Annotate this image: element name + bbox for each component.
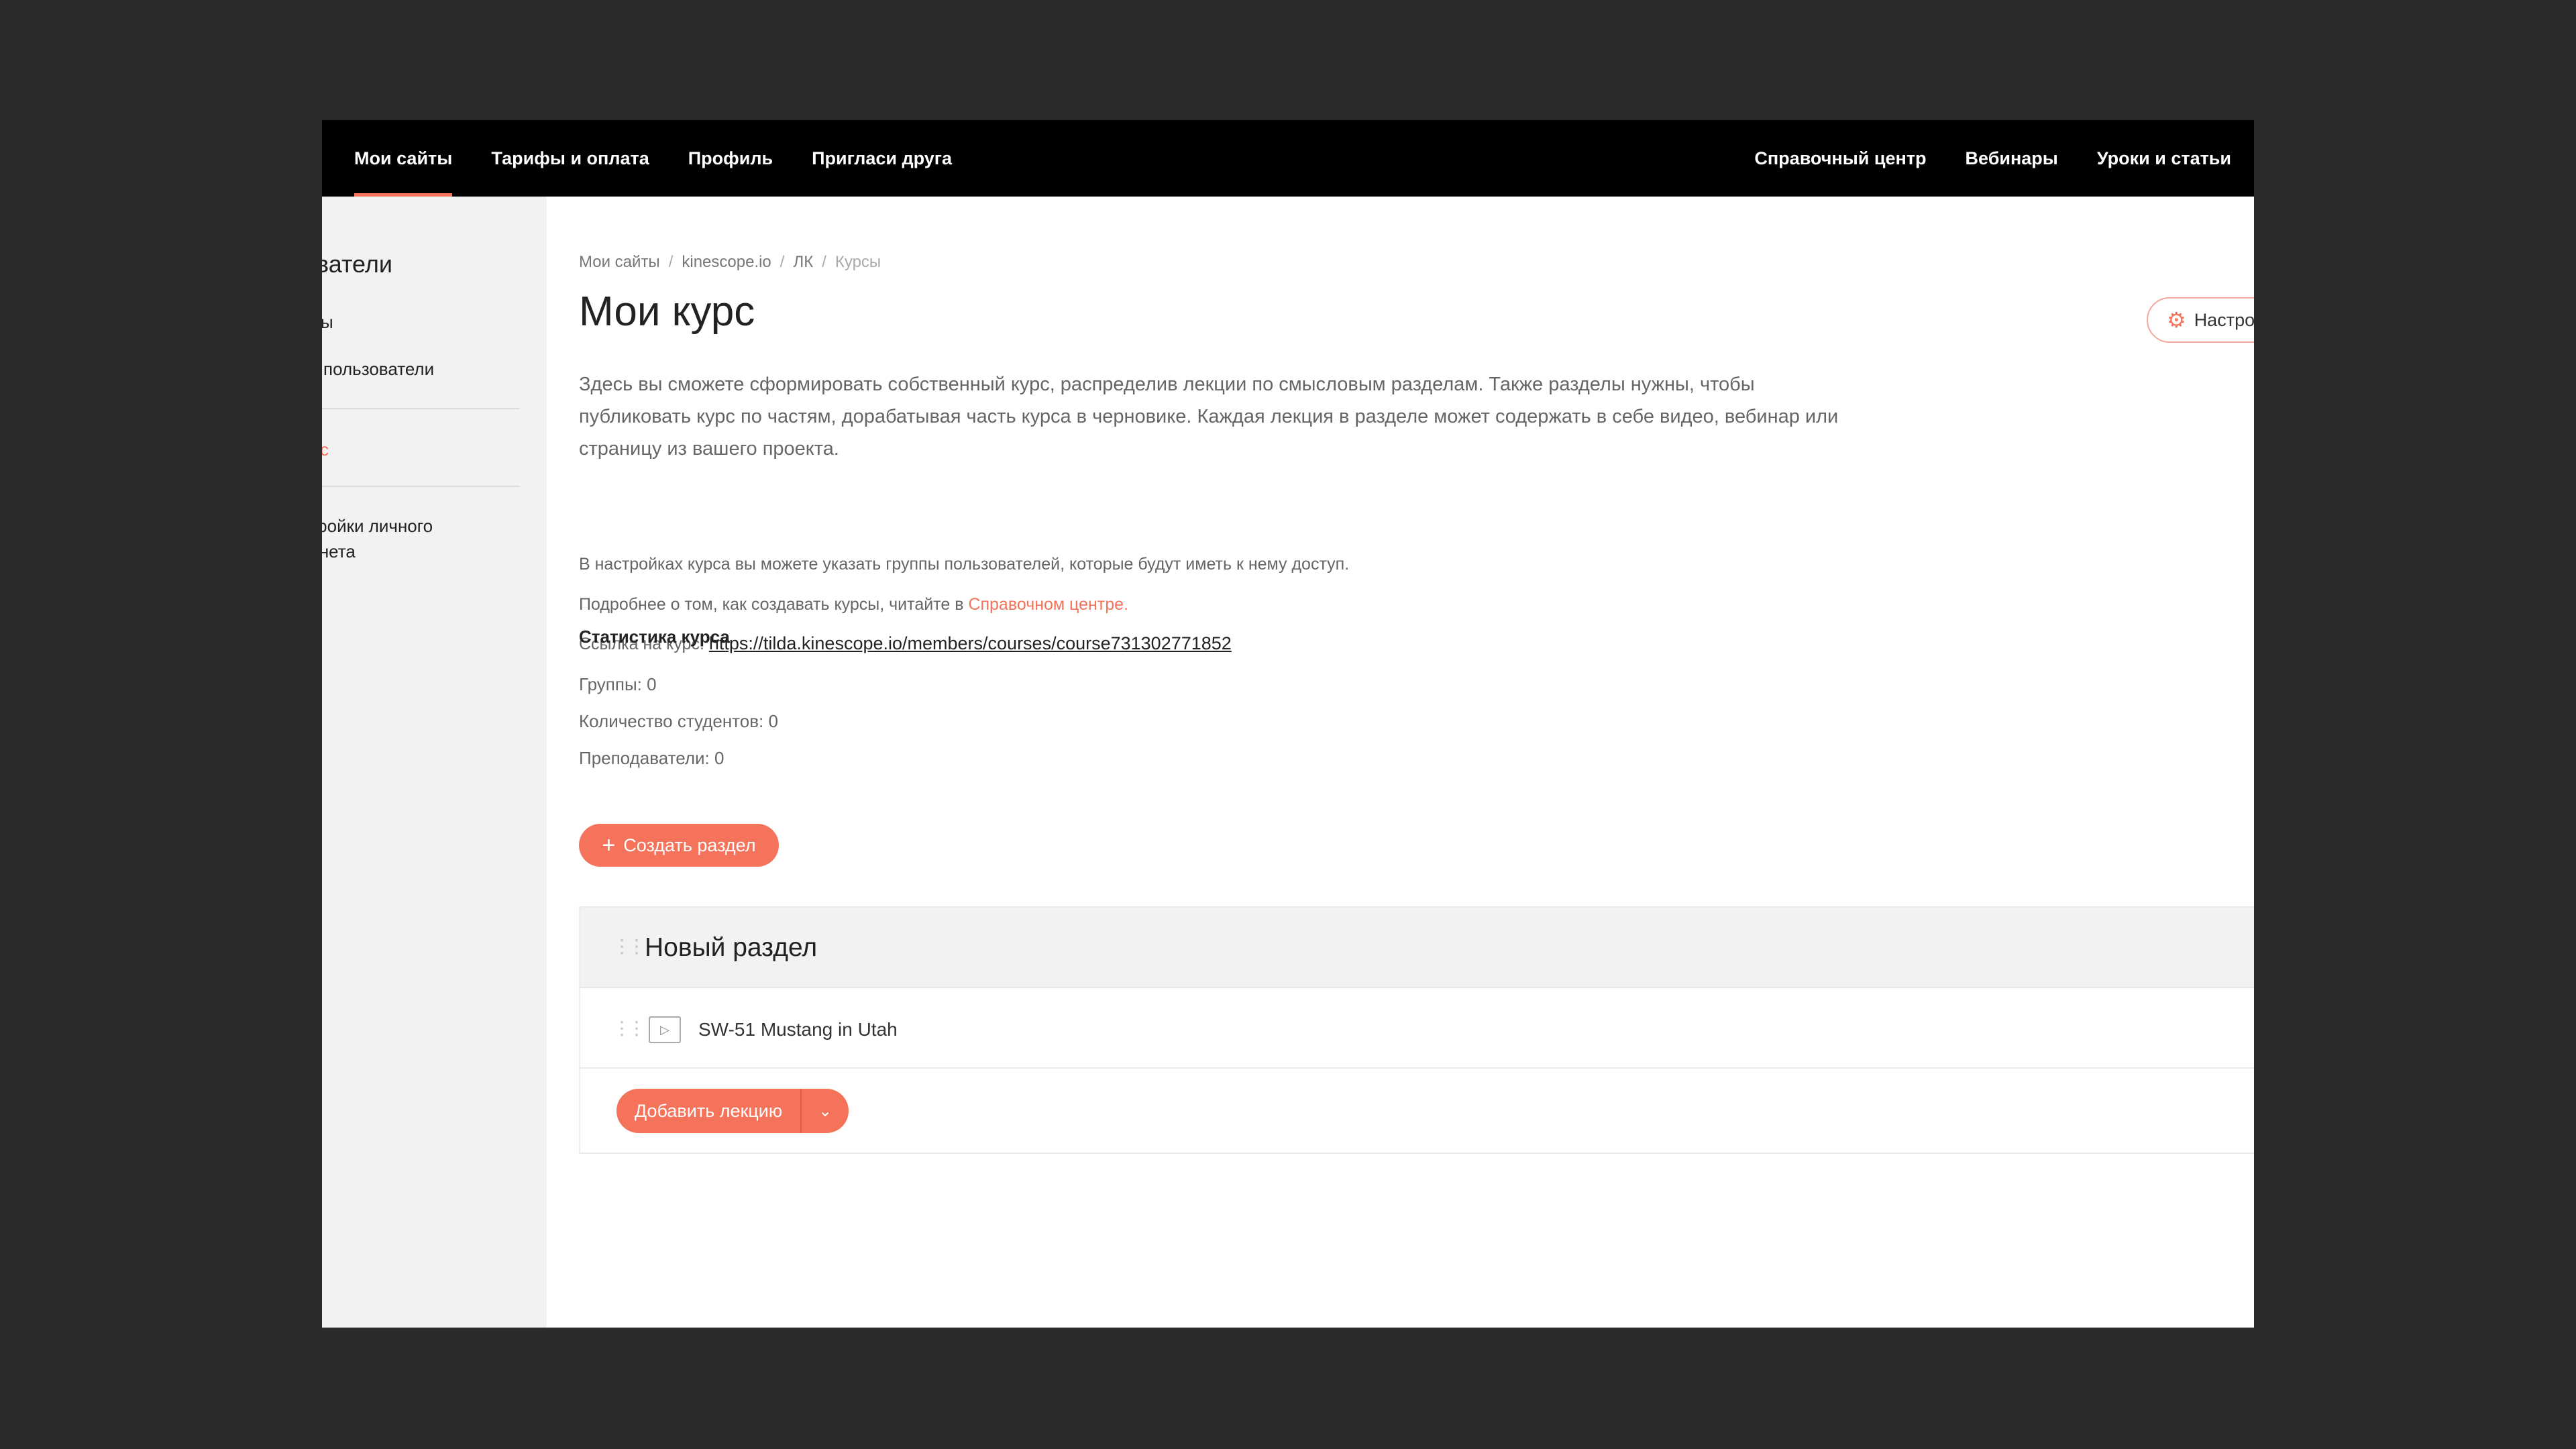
stat-teachers: Преподаватели: 0 bbox=[579, 748, 724, 768]
settings-button[interactable]: ⚙ Настройки bbox=[2147, 297, 2254, 343]
lecture-row[interactable]: ⋮⋮ ▷ SW-51 Mustang in Utah bbox=[580, 988, 2254, 1069]
section-header: ⋮⋮ Новый раздел bbox=[580, 908, 2254, 988]
stat-groups: Группы: 0 bbox=[579, 674, 657, 694]
chevron-down-icon[interactable]: ⌄ bbox=[802, 1089, 849, 1133]
nav-invite-friend[interactable]: Пригласи друга bbox=[812, 120, 952, 197]
page-title: Мои курс bbox=[579, 288, 755, 335]
breadcrumb: Мои сайты / kinescope.io / ЛК / Курсы bbox=[579, 253, 881, 272]
nav-profile[interactable]: Профиль bbox=[688, 120, 773, 197]
top-nav-left: Мои сайты Тарифы и оплата Профиль Пригла… bbox=[354, 120, 991, 197]
lecture-title[interactable]: SW-51 Mustang in Utah bbox=[698, 1019, 898, 1040]
nav-webinars[interactable]: Вебинары bbox=[1966, 120, 2058, 197]
sidebar-item-my-course[interactable]: Мой курс bbox=[322, 439, 329, 460]
stats-title: Статистика курса bbox=[579, 627, 730, 647]
note-help-prefix: Подробнее о том, как создавать курсы, чи… bbox=[579, 595, 969, 614]
add-lecture-button[interactable]: Добавить лекцию ⌄ bbox=[616, 1089, 849, 1133]
top-nav-right: Справочный центр Вебинары Уроки и статьи bbox=[1715, 120, 2231, 197]
section-title[interactable]: Новый раздел bbox=[645, 933, 817, 963]
breadcrumb-separator: / bbox=[822, 253, 826, 271]
drag-handle-icon[interactable]: ⋮⋮ bbox=[612, 937, 646, 956]
create-section-button[interactable]: + Создать раздел bbox=[579, 824, 779, 867]
note-help: Подробнее о том, как создавать курсы, чи… bbox=[579, 595, 1128, 614]
nav-my-sites[interactable]: Мои сайты bbox=[354, 120, 453, 197]
nav-help-center[interactable]: Справочный центр bbox=[1754, 120, 1926, 197]
breadcrumb-my-sites[interactable]: Мои сайты bbox=[579, 253, 660, 272]
note-groups: В настройках курса вы можете указать гру… bbox=[579, 555, 1350, 574]
breadcrumb-lk[interactable]: ЛК bbox=[793, 253, 813, 272]
sidebar-divider bbox=[322, 408, 520, 409]
main-content: Мои сайты / kinescope.io / ЛК / Курсы Мо… bbox=[579, 197, 2254, 1328]
app-window: Мои сайты Тарифы и оплата Профиль Пригла… bbox=[322, 120, 2254, 1328]
create-section-label: Создать раздел bbox=[623, 835, 756, 855]
sidebar-item-groups[interactable]: Группы bbox=[322, 312, 333, 333]
sidebar-title: Пользователи bbox=[322, 250, 392, 278]
breadcrumb-separator: / bbox=[780, 253, 785, 271]
course-description: Здесь вы сможете сформировать собственны… bbox=[579, 374, 1839, 460]
breadcrumb-site[interactable]: kinescope.io bbox=[682, 253, 771, 272]
plus-icon: + bbox=[602, 832, 616, 858]
drag-handle-icon[interactable]: ⋮⋮ bbox=[612, 1019, 646, 1038]
sidebar-item-all-users[interactable]: Все пользователи bbox=[322, 359, 434, 380]
sidebar-item-account-settings-line2[interactable]: кабинета bbox=[322, 541, 356, 562]
breadcrumb-separator: / bbox=[668, 253, 674, 271]
gear-icon: ⚙ bbox=[2167, 308, 2186, 332]
breadcrumb-courses: Курсы bbox=[835, 253, 881, 271]
settings-button-label: Настройки bbox=[2194, 309, 2254, 330]
nav-plans-payment[interactable]: Тарифы и оплата bbox=[491, 120, 649, 197]
top-navigation: Мои сайты Тарифы и оплата Профиль Пригла… bbox=[322, 120, 2254, 197]
sidebar-divider bbox=[322, 486, 520, 487]
sidebar: Пользователи Группы Все пользователи Мой… bbox=[322, 197, 547, 1328]
nav-lessons-articles[interactable]: Уроки и статьи bbox=[2097, 120, 2231, 197]
course-section: ⋮⋮ Новый раздел ⋮⋮ ▷ SW-51 Mustang in Ut… bbox=[579, 906, 2254, 1154]
video-icon: ▷ bbox=[649, 1016, 681, 1043]
help-center-link[interactable]: Справочном центре. bbox=[968, 595, 1128, 614]
sidebar-item-account-settings[interactable]: Настройки личного bbox=[322, 516, 433, 537]
course-url-link[interactable]: https://tilda.kinescope.io/members/cours… bbox=[709, 633, 1232, 653]
add-lecture-label[interactable]: Добавить лекцию bbox=[616, 1089, 802, 1133]
stat-students: Количество студентов: 0 bbox=[579, 711, 778, 731]
